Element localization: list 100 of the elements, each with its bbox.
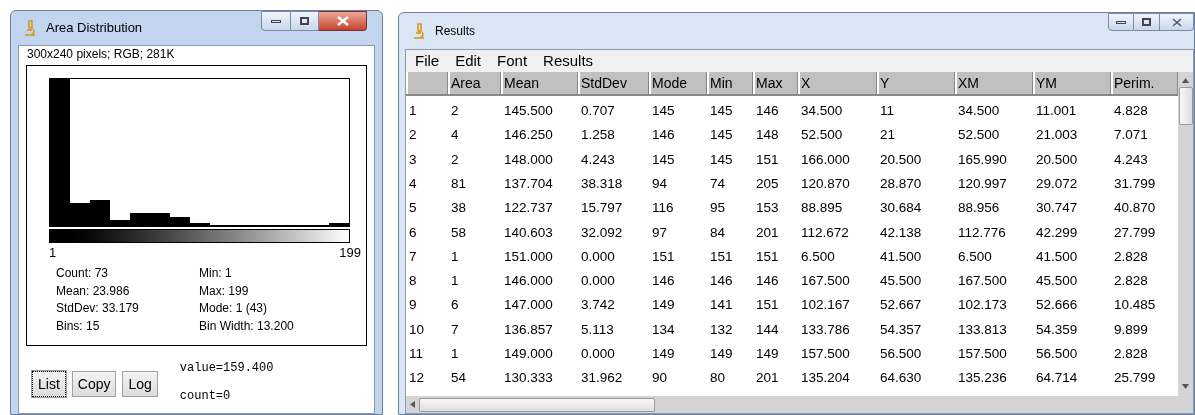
close-button[interactable]	[1160, 13, 1194, 31]
table-cell-text: 52.500	[957, 126, 1001, 145]
table-cell-text: 56.500	[1035, 345, 1079, 363]
table-cell-text: 80	[709, 369, 727, 388]
table-cell-text: 27.799	[1113, 223, 1157, 242]
axis-max-label: 199	[339, 245, 361, 260]
table-cell-text: 140.603	[503, 223, 554, 242]
column-header[interactable]: X	[798, 72, 877, 94]
table-cell-text: 102.167	[800, 296, 851, 315]
table-cell-text: 145	[651, 102, 676, 120]
histogram-button[interactable]: Log	[122, 371, 158, 397]
table-cell-text: 64.630	[879, 369, 923, 388]
table-cell-text: 3	[408, 150, 418, 169]
maximize-button[interactable]	[1134, 13, 1160, 31]
table-cell-text: 1	[450, 247, 460, 266]
column-header[interactable]: YM	[1033, 72, 1111, 94]
table-cell-text: 151	[755, 296, 780, 315]
column-header[interactable]: XM	[955, 72, 1033, 94]
table-cell-text: 64.714	[1035, 369, 1079, 388]
table-cell-text: 31.962	[580, 369, 624, 388]
table-cell-text: 145	[709, 102, 734, 120]
menu-item[interactable]: Edit	[455, 49, 482, 73]
count-readout: count=0	[179, 388, 232, 405]
table-cell-text: 146	[709, 272, 734, 291]
table-cell-text: 141	[709, 296, 734, 315]
column-header[interactable]: Min	[707, 72, 753, 94]
table-cell-text: 122.737	[503, 199, 554, 218]
vertical-scrollbar[interactable]	[1178, 72, 1193, 413]
column-header[interactable]: Max	[753, 72, 798, 94]
table-cell-text: 34.500	[800, 102, 844, 120]
histogram-button[interactable]: Copy	[71, 371, 117, 397]
table-cell-text: 58	[450, 223, 468, 242]
table-cell-text: 145	[651, 150, 676, 169]
close-button[interactable]	[319, 11, 367, 31]
table-cell-text: 166.000	[800, 150, 851, 169]
table-cell-text: 148	[755, 126, 780, 145]
menu-item[interactable]: Font	[497, 49, 528, 73]
horizontal-scrollbar[interactable]	[406, 396, 1178, 413]
column-header[interactable]: Area	[448, 72, 501, 94]
table-cell-text: 42.138	[879, 223, 923, 242]
microscope-icon	[413, 23, 425, 39]
table-cell-text: 151	[755, 150, 780, 169]
table-cell-text: 21.003	[1035, 126, 1079, 145]
table-cell-text: 1.258	[580, 126, 616, 145]
menu-item[interactable]: File	[415, 49, 440, 73]
table-cell-text: 201	[755, 223, 780, 242]
value-readout: value=159.400	[179, 360, 274, 377]
column-header[interactable]: Mode	[649, 72, 707, 94]
scrollbar-thumb[interactable]	[1178, 87, 1193, 125]
histogram-button[interactable]: List	[32, 371, 66, 397]
column-header[interactable]: Y	[877, 72, 955, 94]
table-cell-text: 7	[450, 320, 460, 339]
table-cell-text: 149.000	[503, 345, 554, 363]
column-header[interactable]: Mean	[501, 72, 578, 94]
table-cell-text: 11.001	[1035, 102, 1078, 120]
table-cell-text: 34.500	[957, 102, 1001, 120]
table-cell-text: 112.672	[800, 223, 850, 242]
table-cell-text: 5.113	[580, 320, 615, 339]
maximize-button[interactable]	[291, 11, 319, 31]
table-cell-text: 21	[879, 126, 897, 145]
table-cell-text: 151	[755, 247, 780, 266]
column-header[interactable]	[406, 72, 448, 94]
table-cell-text: 1	[450, 272, 460, 291]
table-cell-text: 90	[651, 369, 669, 388]
scrollbar-thumb[interactable]	[419, 397, 655, 412]
table-cell-text: 4	[450, 126, 460, 145]
table-cell-text: 167.500	[800, 272, 851, 291]
table-cell-text: 1	[450, 345, 460, 363]
table-cell-text: 133.813	[957, 320, 1008, 339]
table-cell-text: 30.747	[1035, 199, 1079, 218]
table-cell-text: 147.000	[503, 296, 554, 315]
stat-text: Count: 73	[56, 265, 110, 282]
table-cell-text: 10.485	[1113, 296, 1157, 315]
table-cell-text: 157.500	[957, 345, 1008, 363]
column-header[interactable]: StdDev	[578, 72, 649, 94]
table-cell-text: 148.000	[503, 150, 554, 169]
scroll-down-icon[interactable]	[1182, 384, 1189, 389]
table-cell-text: 146.000	[503, 272, 554, 291]
close-icon	[336, 16, 349, 26]
minimize-button[interactable]	[1108, 13, 1134, 31]
table-cell-text: 165.990	[957, 150, 1008, 169]
table-cell-text: 205	[755, 174, 780, 193]
table-cell-text: 0.000	[580, 247, 616, 266]
table-cell-text: 38	[450, 199, 468, 218]
menu-item[interactable]: Results	[543, 49, 594, 73]
window-title: Results	[435, 23, 475, 40]
table-cell-text: 54.359	[1035, 320, 1079, 339]
table-cell-text: 40.870	[1113, 199, 1157, 218]
stat-text: Mode: 1 (43)	[199, 300, 269, 317]
table-cell-text: 116	[651, 199, 675, 218]
table-cell-text: 201	[755, 369, 780, 388]
minimize-button[interactable]	[261, 11, 291, 31]
table-cell-text: 146	[755, 272, 780, 291]
scroll-up-icon[interactable]	[1182, 78, 1189, 83]
table-cell-text: 0.000	[580, 345, 616, 363]
scroll-left-icon[interactable]	[410, 401, 415, 408]
stat-text: Max: 199	[199, 282, 250, 300]
table-cell-text: 52.667	[879, 296, 923, 315]
table-cell-text: 120.997	[957, 174, 1008, 193]
table-cell-text: 8	[408, 272, 418, 291]
